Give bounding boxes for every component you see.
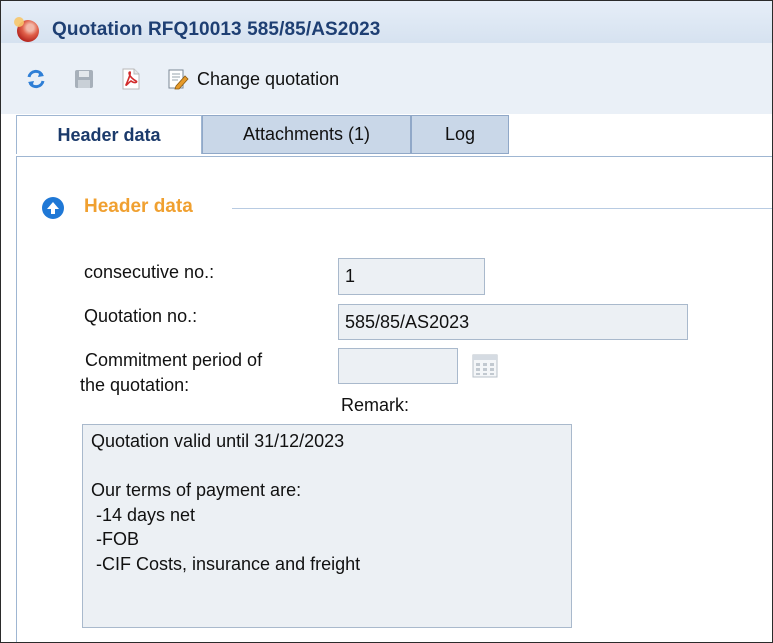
commitment-period-label-line2: the quotation: [80, 375, 190, 395]
app-logo-icon [14, 17, 39, 42]
change-quotation-button[interactable]: Change quotation [197, 69, 339, 90]
refresh-icon[interactable] [25, 68, 47, 90]
window-title: Quotation RFQ10013 585/85/AS2023 [52, 19, 381, 40]
calendar-icon[interactable] [472, 354, 498, 378]
remark-textarea[interactable]: Quotation valid until 31/12/2023 Our ter… [82, 424, 572, 628]
remark-label: Remark: [341, 395, 410, 415]
tab-log[interactable]: Log [411, 115, 509, 154]
quotation-no-field[interactable]: 585/85/AS2023 [338, 304, 688, 340]
section-title: Header data [84, 196, 193, 217]
pdf-icon[interactable] [120, 68, 142, 90]
commitment-period-label-line1: Commitment period of [85, 350, 263, 370]
toolbar [1, 43, 772, 114]
consecutive-no-label: consecutive no.: [84, 262, 215, 282]
commitment-period-field[interactable] [338, 348, 458, 384]
collapse-up-icon[interactable] [41, 196, 65, 220]
consecutive-no-field[interactable]: 1 [338, 258, 485, 295]
tab-attachments[interactable]: Attachments (1) [202, 115, 411, 154]
edit-document-icon[interactable] [167, 68, 189, 90]
tab-header-data[interactable]: Header data [16, 115, 202, 154]
quotation-no-label: Quotation no.: [84, 306, 198, 326]
section-divider [232, 208, 772, 209]
save-icon[interactable] [73, 68, 95, 90]
